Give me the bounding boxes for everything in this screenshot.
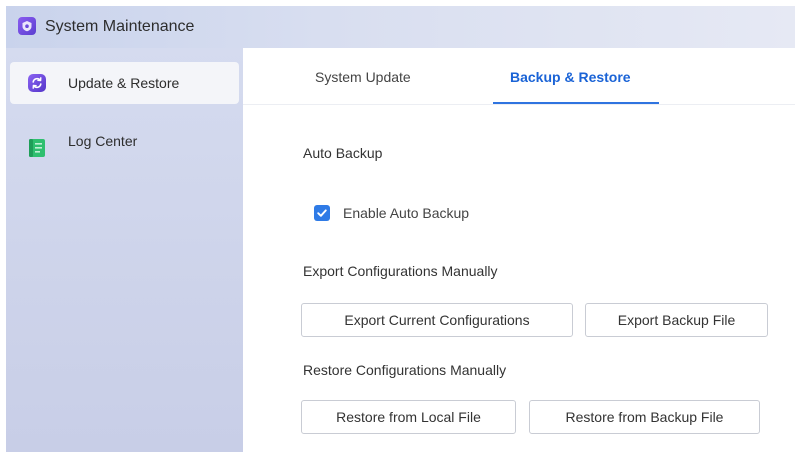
sidebar-item-label: Update & Restore (68, 75, 180, 91)
notebook-icon (29, 139, 47, 157)
restore-from-backup-file-button[interactable]: Restore from Backup File (529, 400, 760, 434)
enable-auto-backup-checkbox[interactable] (314, 205, 330, 221)
restore-heading: Restore Configurations Manually (303, 362, 507, 378)
sidebar-item-update-restore[interactable]: Update & Restore (10, 62, 239, 104)
restore-from-local-file-button[interactable]: Restore from Local File (301, 400, 516, 434)
enable-auto-backup-label[interactable]: Enable Auto Backup (343, 205, 469, 222)
app-window: System Maintenance Update & Restore Log … (6, 6, 795, 452)
tab-backup-restore[interactable]: Backup & Restore (510, 69, 631, 86)
export-backup-file-button[interactable]: Export Backup File (585, 303, 768, 337)
shield-app-icon (18, 17, 36, 35)
auto-backup-heading: Auto Backup (303, 145, 383, 161)
checkmark-icon (317, 209, 327, 217)
sidebar-item-label: Log Center (68, 133, 138, 149)
tab-system-update[interactable]: System Update (315, 69, 411, 86)
export-current-configurations-button[interactable]: Export Current Configurations (301, 303, 573, 337)
sidebar: Update & Restore Log Center (6, 48, 243, 452)
refresh-icon (28, 74, 46, 92)
title-bar: System Maintenance (6, 6, 795, 48)
main-panel: System Update Backup & Restore Auto Back… (243, 48, 795, 452)
active-tab-indicator (493, 102, 659, 104)
export-heading: Export Configurations Manually (303, 263, 498, 279)
tab-bar: System Update Backup & Restore (243, 48, 795, 105)
window-title: System Maintenance (45, 18, 195, 35)
sidebar-item-log-center[interactable]: Log Center (10, 126, 239, 168)
